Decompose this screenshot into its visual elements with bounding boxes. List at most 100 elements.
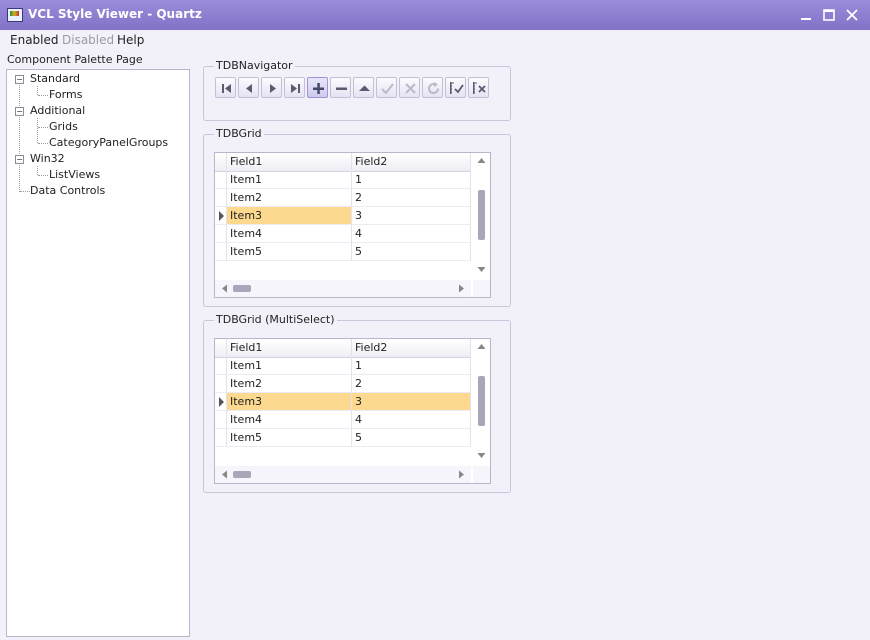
tree-item-win32[interactable]: Win32 [30,152,65,165]
prior-record-icon [246,84,252,93]
grid-cell[interactable]: 4 [352,225,471,243]
grid-cell[interactable]: 5 [352,243,471,261]
post-button[interactable] [376,77,397,98]
scroll-thumb [478,190,485,240]
post-icon [381,83,394,95]
tree-item-additional[interactable]: Additional [30,104,85,117]
delete-button[interactable] [330,77,351,98]
cancel-button[interactable] [399,77,420,98]
tree-item-forms[interactable]: Forms [49,88,82,101]
tree-item-grids[interactable]: Grids [49,120,78,133]
grid-cell[interactable]: Item3 [227,207,352,225]
insert-button[interactable] [307,77,328,98]
scroll-up-icon [477,158,486,163]
grid-cell[interactable]: 1 [352,171,471,189]
scroll-up-icon [477,344,486,349]
tree-item-categorypanelgroups[interactable]: CategoryPanelGroups [49,136,168,149]
menu-bar: Enabled Disabled Help [0,30,870,50]
next-record-icon [270,84,276,93]
column-header-field1[interactable]: Field1 [227,153,352,171]
cancel-updates-button[interactable] [468,77,489,98]
vertical-scrollbar[interactable] [473,153,490,279]
minimize-button[interactable] [797,6,815,24]
navigator-group: TDBNavigator [203,59,511,121]
scroll-left-icon [222,284,227,293]
collapse-icon[interactable]: − [15,75,24,84]
collapse-icon[interactable]: − [15,155,24,164]
grid-cell[interactable]: Item2 [227,375,352,393]
scroll-thumb [478,376,485,426]
grid-cell[interactable]: Item4 [227,411,352,429]
dbgrid[interactable]: Field1 Field2 Item1 1 Item2 2 Item3 3 It… [214,152,491,298]
grid-cell[interactable]: 5 [352,429,471,447]
grid-cell[interactable]: 1 [352,357,471,375]
column-header-field2[interactable]: Field2 [352,153,471,171]
menu-disabled[interactable]: Disabled [62,33,114,47]
next-record-button[interactable] [261,77,282,98]
horizontal-scrollbar[interactable] [215,280,471,297]
grid-cell[interactable]: 4 [352,411,471,429]
dbgrid-multiselect[interactable]: Field1 Field2 Item1 1 Item2 2 Item3 3 It… [214,338,491,484]
close-icon [846,9,858,21]
maximize-icon [823,9,835,21]
app-icon [7,8,23,22]
grid-cell[interactable]: 3 [352,207,471,225]
row-indicator [215,357,227,375]
delete-icon [336,87,347,90]
grid-cell[interactable]: 2 [352,375,471,393]
prior-record-button[interactable] [238,77,259,98]
palette-label: Component Palette Page [7,53,143,66]
grid-cell[interactable]: 3 [352,393,471,411]
grid-cell[interactable]: Item5 [227,243,352,261]
scroll-thumb [233,285,251,292]
close-button[interactable] [843,6,861,24]
tree-item-standard[interactable]: Standard [30,72,80,85]
row-indicator [215,429,227,447]
row-indicator [215,171,227,189]
tree-item-listviews[interactable]: ListViews [49,168,100,181]
grid-cell[interactable]: Item3 [227,393,352,411]
first-record-button[interactable] [215,77,236,98]
tree-item-data-controls[interactable]: Data Controls [30,184,105,197]
menu-help[interactable]: Help [117,33,144,47]
current-row-arrow-icon [219,211,224,221]
scroll-corner [473,280,490,297]
last-record-icon [291,84,300,93]
vertical-scrollbar[interactable] [473,339,490,465]
scroll-down-icon [477,267,486,272]
last-record-button[interactable] [284,77,305,98]
grid-cell[interactable]: Item5 [227,429,352,447]
grid-header: Field1 Field2 [215,339,471,358]
cancel-icon [405,83,416,94]
grid-cell[interactable]: Item1 [227,357,352,375]
apply-updates-button[interactable] [445,77,466,98]
collapse-icon[interactable]: − [15,107,24,116]
scroll-left-icon [222,470,227,479]
component-tree[interactable]: − Standard Forms − Additional Grids Cate… [6,69,190,637]
row-indicator [215,189,227,207]
scroll-down-icon [477,453,486,458]
dbgrid-multiselect-group-title: TDBGrid (MultiSelect) [214,313,337,326]
row-indicator [215,243,227,261]
grid-cell[interactable]: Item4 [227,225,352,243]
grid-cell[interactable]: Item2 [227,189,352,207]
horizontal-scrollbar-graphics [222,470,464,479]
horizontal-scrollbar[interactable] [215,466,471,483]
first-record-icon [222,84,231,93]
cancel-updates-icon [473,82,486,94]
vertical-scrollbar-graphics [477,158,486,272]
menu-enabled[interactable]: Enabled [10,33,59,47]
apply-updates-icon [450,82,464,94]
maximize-button[interactable] [820,6,838,24]
row-indicator [215,393,227,411]
title-bar: VCL Style Viewer - Quartz [0,0,870,30]
grid-cell[interactable]: Item1 [227,171,352,189]
current-row-arrow-icon [219,397,224,407]
column-header-field2[interactable]: Field2 [352,339,471,357]
edit-button[interactable] [353,77,374,98]
column-header-field1[interactable]: Field1 [227,339,352,357]
grid-cell[interactable]: 2 [352,189,471,207]
refresh-button[interactable] [422,77,443,98]
vertical-scrollbar-graphics [477,344,486,458]
minimize-icon [801,18,811,20]
